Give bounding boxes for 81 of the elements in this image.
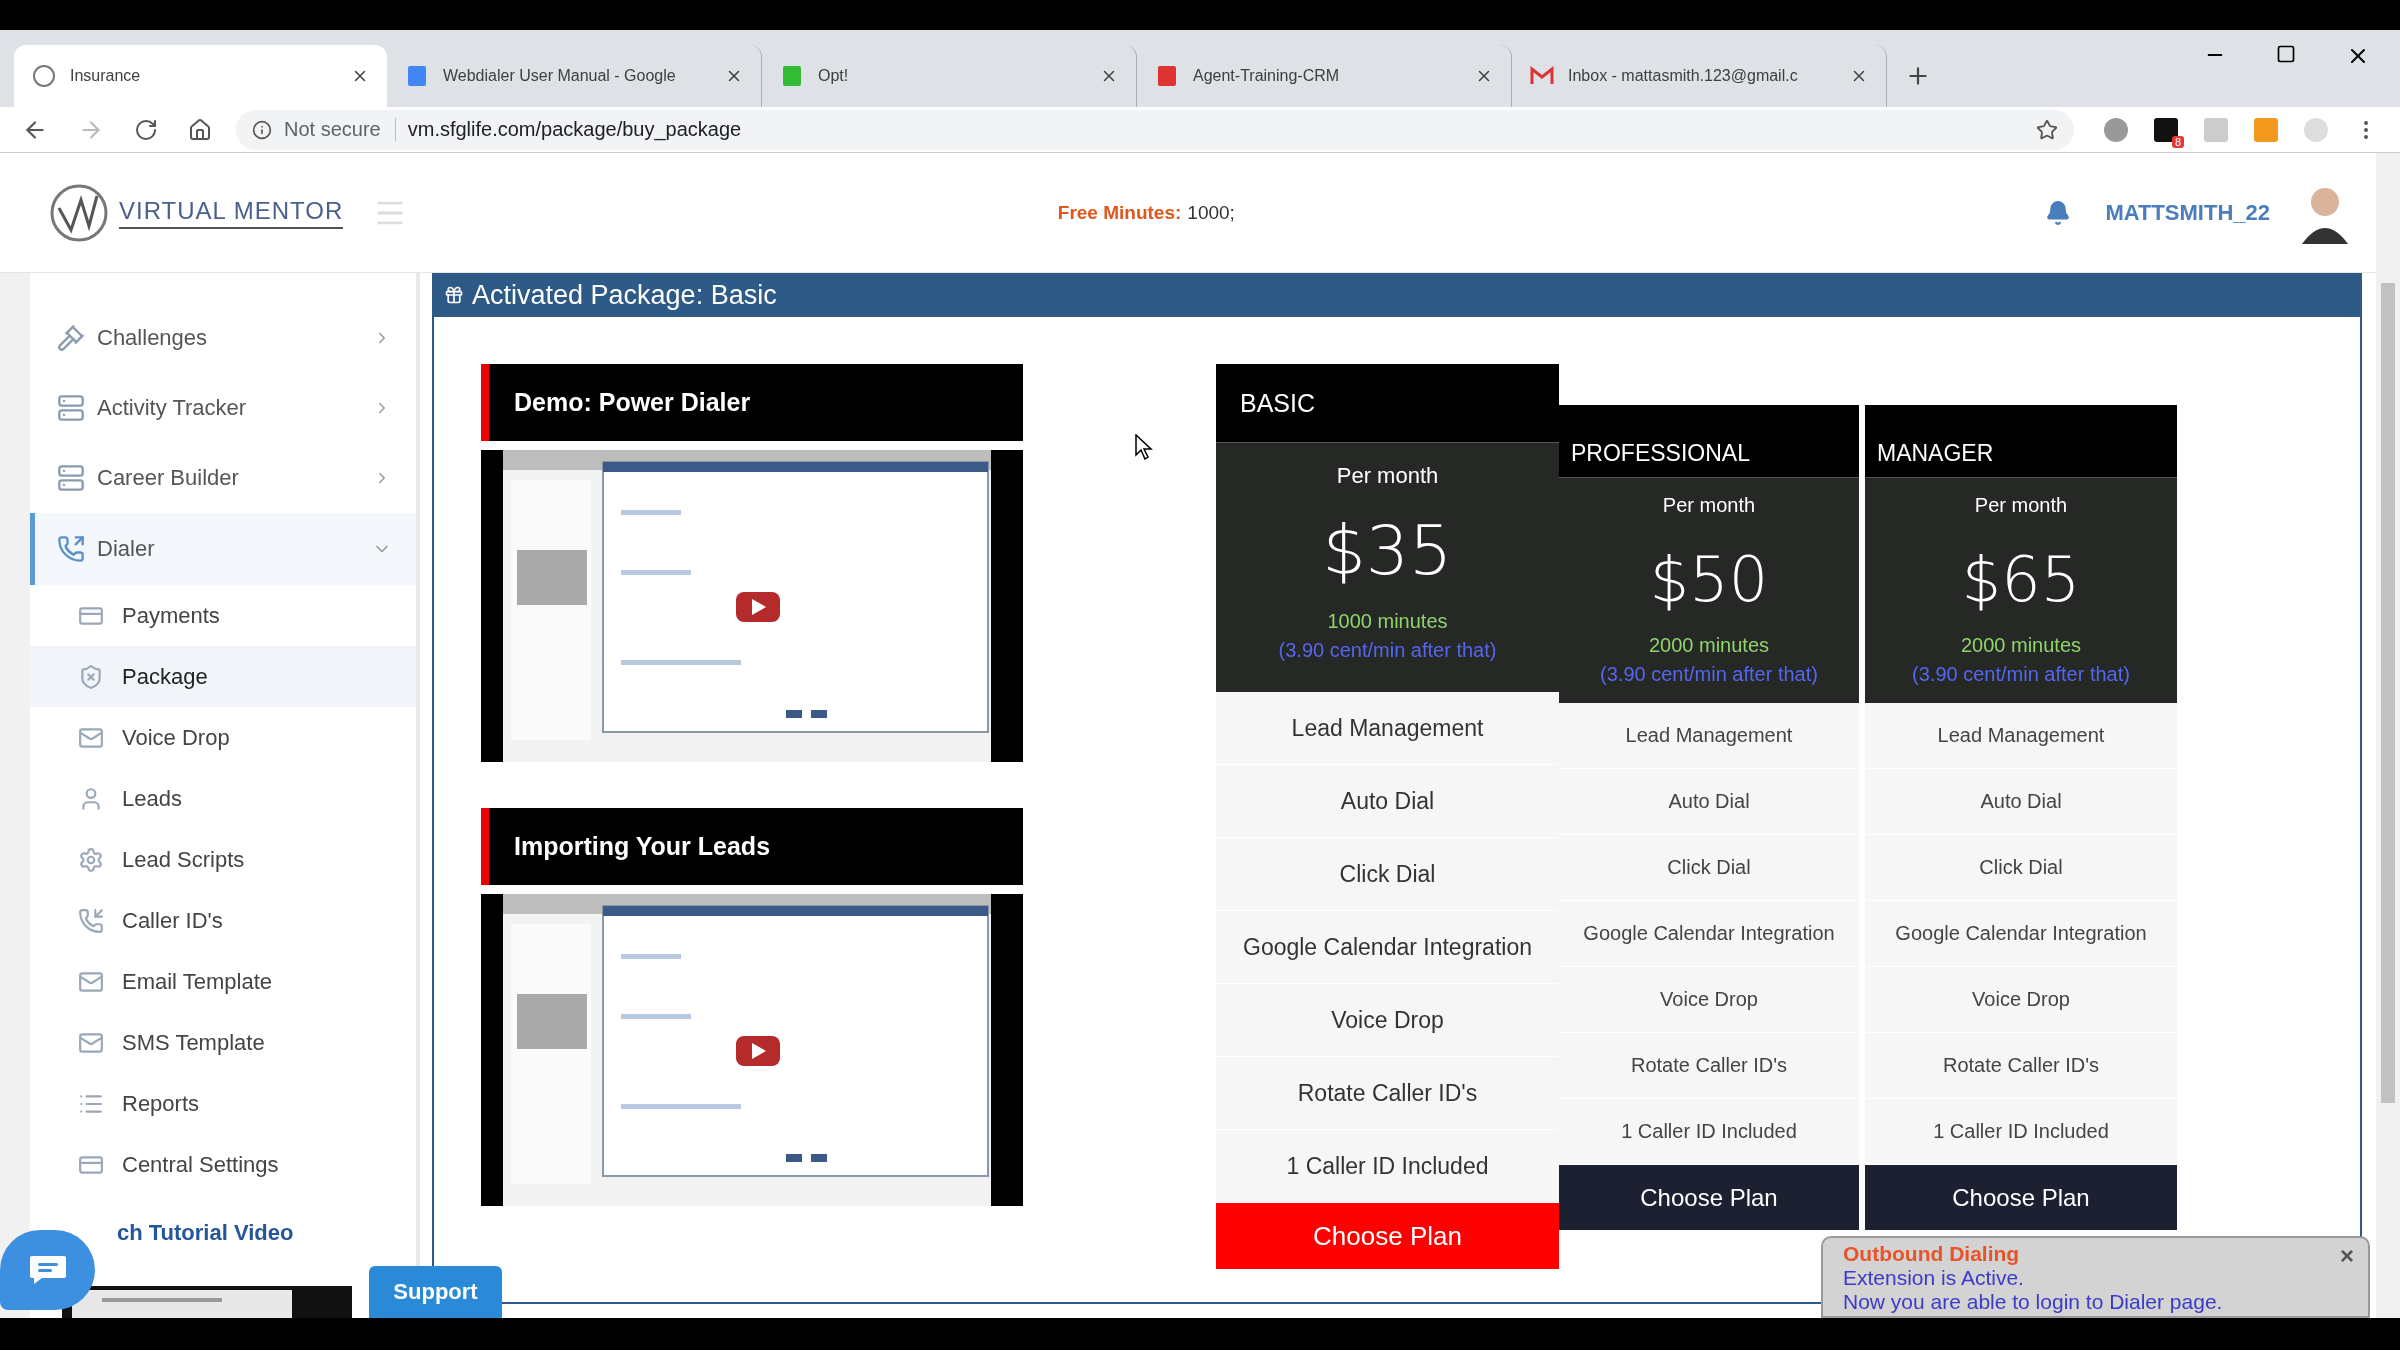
plan-period: Per month xyxy=(1336,463,1439,489)
tutorial-link[interactable]: ch Tutorial Video xyxy=(117,1220,416,1246)
sidebar-item[interactable]: Challenges xyxy=(30,303,416,373)
plan-name: PROFESSIONAL xyxy=(1559,405,1859,478)
settings-icon xyxy=(78,846,104,873)
username[interactable]: MATTSMITH_22 xyxy=(2105,199,2270,226)
phone-icon xyxy=(57,535,85,563)
plan-minutes: 2000 minutes xyxy=(1648,634,1770,657)
plan-feature: Click Dial xyxy=(1865,835,2177,901)
free-minutes-value: 1000; xyxy=(1187,201,1235,224)
sidebar-item[interactable]: Dialer xyxy=(30,513,416,585)
sidebar-subitem[interactable]: Email Template xyxy=(30,951,416,1012)
info-icon[interactable] xyxy=(252,119,272,140)
url-text: vm.sfglife.com/package/buy_package xyxy=(407,118,742,141)
notification-title: Outbound Dialing xyxy=(1843,1242,2020,1266)
cursor-icon xyxy=(1135,434,1153,460)
plan-feature: Lead Management xyxy=(1559,703,1859,769)
plan-feature: Auto Dial xyxy=(1559,769,1859,835)
chat-icon xyxy=(27,1254,68,1286)
plan-feature: Auto Dial xyxy=(1865,769,2177,835)
gavel-icon xyxy=(57,324,85,352)
plan-feature: Lead Management xyxy=(1865,703,2177,769)
security-label: Not secure xyxy=(284,118,396,141)
document-icon xyxy=(405,64,429,88)
panel-title: Activated Package: Basic xyxy=(472,279,777,311)
bell-icon[interactable] xyxy=(2045,199,2072,226)
sidebar-subitem[interactable]: Reports xyxy=(30,1073,416,1134)
chat-button[interactable] xyxy=(0,1230,95,1310)
sidebar-subitem[interactable]: Central Settings xyxy=(30,1134,416,1195)
sidebar-item[interactable]: Activity Tracker xyxy=(30,373,416,443)
plan-rate: (3.90 cent/min after that) xyxy=(1912,663,2130,686)
phone-icon xyxy=(78,907,104,934)
server-icon xyxy=(57,394,85,422)
support-button[interactable]: Support xyxy=(369,1266,502,1318)
sidebar-subitem[interactable]: SMS Template xyxy=(30,1012,416,1073)
scrollbar[interactable] xyxy=(2376,153,2400,1318)
sidebar-subitem[interactable]: Caller ID's xyxy=(30,890,416,951)
address-field[interactable]: Not secure vm.sfglife.com/package/buy_package xyxy=(236,109,2074,150)
maximize-icon[interactable] xyxy=(2276,44,2296,64)
plan-price: $65 xyxy=(1961,543,2081,616)
plan-feature: Rotate Caller ID's xyxy=(1865,1033,2177,1099)
plan-feature: Rotate Caller ID's xyxy=(1559,1033,1859,1099)
notification-message: Extension is Active. xyxy=(1843,1266,2024,1290)
sidebar-subitem[interactable]: Lead Scripts xyxy=(30,829,416,890)
logo-text[interactable]: VIRTUAL MENTOR xyxy=(119,196,344,229)
plan-name: MANAGER xyxy=(1865,405,2177,478)
plan-feature: Click Dial xyxy=(1559,835,1859,901)
reload-icon[interactable] xyxy=(134,117,158,142)
plan-name: BASIC xyxy=(1216,364,1559,443)
app-icon xyxy=(780,64,804,88)
plan-period: Per month xyxy=(1974,494,2068,517)
gift-icon xyxy=(444,285,464,305)
browser-tab[interactable]: Insurance xyxy=(14,45,387,107)
plan-price: $35 xyxy=(1322,511,1453,590)
choose-plan-button[interactable]: Choose Plan xyxy=(1216,1203,1559,1269)
notification-message: Now you are able to login to Dialer page. xyxy=(1843,1290,2223,1314)
choose-plan-button[interactable]: Choose Plan xyxy=(1559,1165,1859,1230)
plan-minutes: 2000 minutes xyxy=(1960,634,2082,657)
plan-price: $50 xyxy=(1649,543,1769,616)
free-minutes-label: Free Minutes: xyxy=(1057,201,1182,224)
server-icon xyxy=(57,464,85,492)
close-button[interactable]: × xyxy=(2340,1242,2354,1270)
choose-plan-button[interactable]: Choose Plan xyxy=(1865,1165,2177,1230)
plan-rate: (3.90 cent/min after that) xyxy=(1600,663,1818,686)
bookmark-star-icon[interactable] xyxy=(2036,118,2058,141)
plan-minutes: 1000 minutes xyxy=(1327,610,1448,633)
sidebar-subitem[interactable]: Leads xyxy=(30,768,416,829)
home-icon[interactable] xyxy=(188,117,212,142)
sidebar-subitem[interactable]: Payments xyxy=(30,585,416,646)
plan-period: Per month xyxy=(1662,494,1756,517)
globe-icon xyxy=(32,64,56,88)
sidebar-item[interactable]: Career Builder xyxy=(30,443,416,513)
plan-feature: Google Calendar Integration xyxy=(1865,901,2177,967)
video-title: Importing Your Leads xyxy=(481,808,1023,885)
sidebar-subitem[interactable]: Voice Drop xyxy=(30,707,416,768)
sidebar-subitem[interactable]: Package xyxy=(30,646,416,707)
video-title: Demo: Power Dialer xyxy=(481,364,1023,441)
plan-rate: (3.90 cent/min after that) xyxy=(1278,639,1497,662)
plan-feature: Voice Drop xyxy=(1865,967,2177,1033)
plan-feature: Google Calendar Integration xyxy=(1559,901,1859,967)
plan-feature: Voice Drop xyxy=(1559,967,1859,1033)
